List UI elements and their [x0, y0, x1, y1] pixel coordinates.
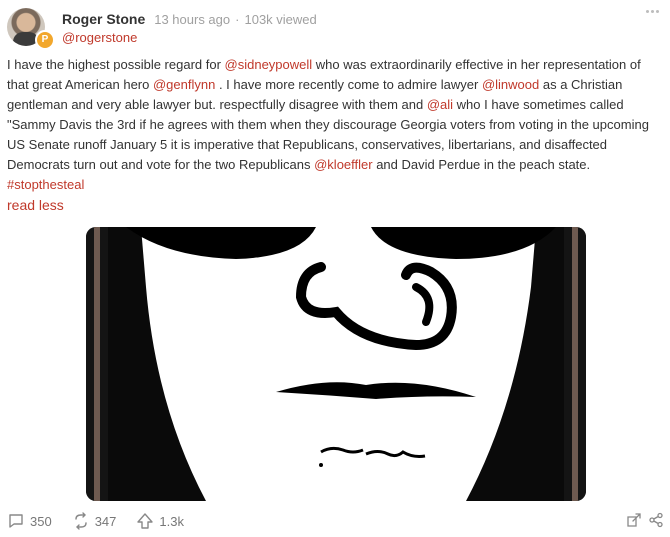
comment-icon [9, 514, 23, 528]
repost-icon [75, 512, 87, 530]
post-time: 13 hours ago [154, 12, 231, 27]
repost-count: 347 [94, 513, 117, 529]
post-text-segment: . I have more recently come to admire la… [215, 77, 482, 92]
view-count: 103k viewed [244, 12, 317, 27]
avatar[interactable]: P [7, 8, 55, 50]
mention-link[interactable]: #stopthesteal [7, 177, 84, 192]
share-icon[interactable] [648, 512, 664, 528]
author-handle[interactable]: @rogerstone [62, 30, 137, 45]
verified-badge-icon: P [35, 30, 55, 50]
comment-button[interactable]: 350 [7, 512, 52, 530]
post-text: I have the highest possible regard for @… [7, 55, 663, 195]
mention-link[interactable]: @sidneypowell [225, 57, 313, 72]
mention-link[interactable]: @linwood [482, 77, 539, 92]
meta-separator: · [235, 12, 240, 27]
post-text-segment: and David Perdue in the peach state. [372, 157, 591, 172]
post-card: P Roger Stone 13 hours ago · 103k viewed… [0, 0, 670, 537]
upvote-button[interactable]: 1.3k [136, 512, 184, 530]
upvote-count: 1.3k [159, 513, 184, 529]
repost-button[interactable]: 347 [72, 512, 117, 530]
comment-count: 350 [30, 513, 52, 529]
post-actions: 350 347 1.3k [7, 512, 204, 530]
mention-link[interactable]: @ali [427, 97, 453, 112]
upvote-icon [137, 513, 154, 529]
author-name[interactable]: Roger Stone [62, 11, 145, 27]
mention-link[interactable]: @genflynn [153, 77, 215, 92]
author-row: Roger Stone 13 hours ago · 103k viewed [62, 11, 317, 27]
quote-icon[interactable] [626, 512, 642, 528]
post-text-segment: I have the highest possible regard for [7, 57, 225, 72]
share-actions [626, 512, 664, 528]
post-image[interactable] [86, 227, 586, 501]
read-less-link[interactable]: read less [7, 197, 64, 213]
mention-link[interactable]: @kloeffler [314, 157, 372, 172]
more-icon[interactable] [644, 6, 660, 16]
face-illustration [86, 227, 586, 501]
